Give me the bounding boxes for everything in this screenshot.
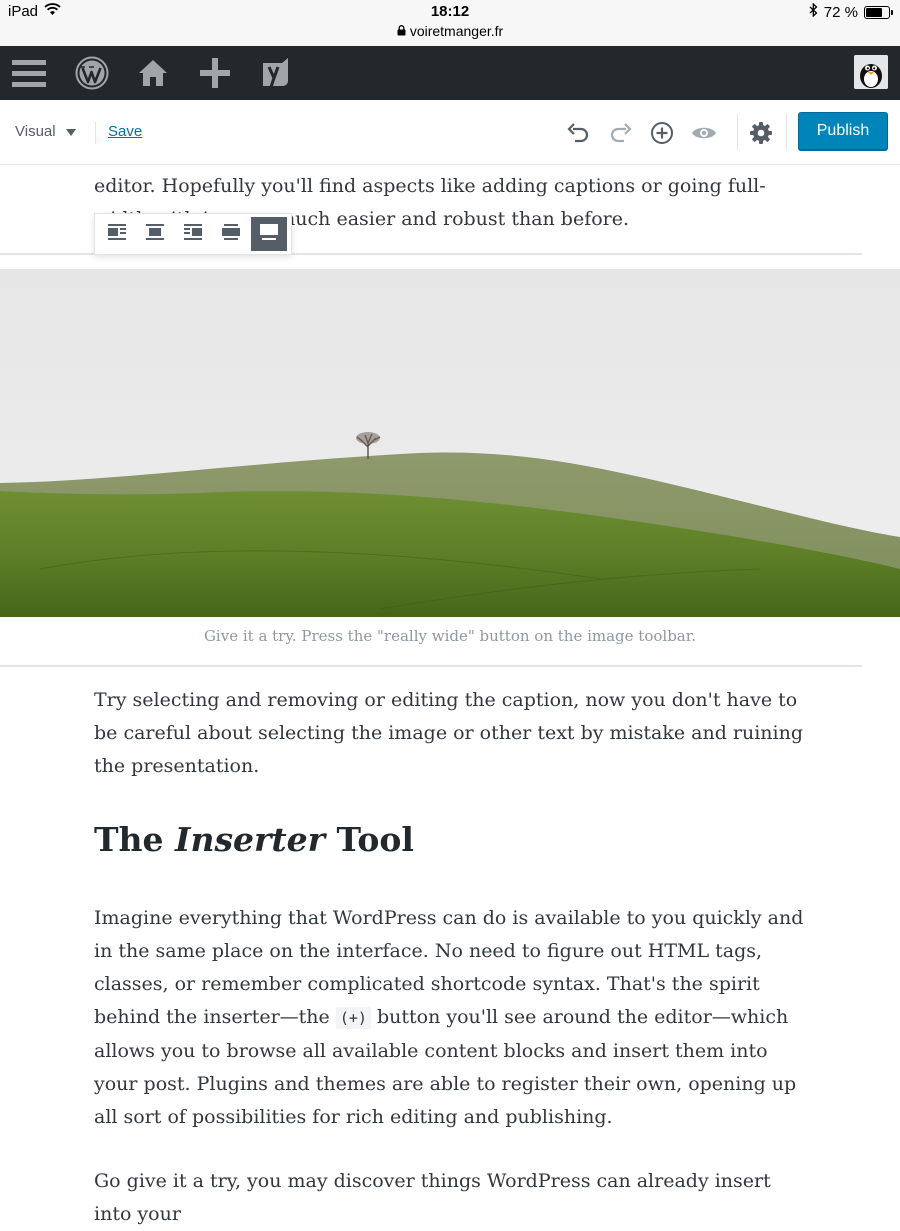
settings-gear-icon[interactable]: [746, 118, 776, 148]
menu-icon[interactable]: [0, 46, 58, 100]
editor-header-toolbar: Visual Save: [0, 100, 900, 165]
align-wide-button[interactable]: [213, 217, 249, 251]
insert-icon[interactable]: [647, 118, 677, 148]
mode-label: Visual: [15, 123, 56, 140]
align-center-button[interactable]: [137, 217, 173, 251]
align-wide-icon: [222, 224, 240, 244]
bluetooth-icon: [809, 2, 818, 21]
publish-button[interactable]: Publish: [798, 112, 888, 150]
landscape-image[interactable]: [0, 269, 900, 617]
paragraph-try-it[interactable]: Go give it a try, you may discover thing…: [94, 1165, 814, 1231]
battery-icon: [864, 5, 893, 19]
ios-status-bar: iPad 18:12 voiretmanger.fr 72 %: [0, 0, 900, 46]
inline-code: (+): [335, 1007, 371, 1029]
align-right-button[interactable]: [175, 217, 211, 251]
admin-bar: [0, 46, 900, 100]
align-full-icon: [260, 224, 278, 244]
plus-icon[interactable]: [186, 46, 244, 100]
battery-percent: 72 %: [823, 3, 858, 21]
lock-icon: [397, 23, 406, 39]
block-divider-bottom: [0, 665, 862, 667]
chevron-down-icon: [65, 123, 76, 140]
image-caption[interactable]: Give it a try. Press the "really wide" b…: [0, 627, 900, 645]
align-left-icon: [108, 224, 126, 244]
paragraph-inserter[interactable]: Imagine everything that WordPress can do…: [94, 902, 814, 1134]
section-heading[interactable]: The Inserter Tool: [94, 820, 414, 859]
mode-switcher[interactable]: Visual: [15, 123, 76, 140]
clock: 18:12: [430, 3, 470, 20]
preview-eye-icon[interactable]: [689, 118, 719, 148]
align-full-button[interactable]: [251, 217, 287, 251]
heading-text-post: Tool: [325, 820, 414, 859]
url-text: voiretmanger.fr: [409, 23, 504, 39]
image-block-toolbar: [94, 213, 292, 255]
undo-icon[interactable]: [563, 118, 593, 148]
align-right-icon: [184, 224, 202, 244]
wordpress-logo-icon[interactable]: [63, 46, 121, 100]
yoast-icon[interactable]: [246, 46, 304, 100]
align-center-icon: [146, 224, 164, 244]
status-right: 72 %: [809, 2, 893, 21]
address-bar[interactable]: voiretmanger.fr: [0, 23, 900, 39]
heading-text-pre: The: [94, 820, 176, 859]
toolbar-divider: [95, 122, 96, 144]
paragraph-caption-tip[interactable]: Try selecting and removing or editing th…: [94, 684, 814, 783]
redo-icon[interactable]: [606, 118, 636, 148]
avatar[interactable]: [854, 55, 888, 89]
toolbar-divider: [737, 114, 738, 150]
toolbar-divider: [786, 114, 787, 150]
save-button[interactable]: Save: [108, 123, 142, 140]
heading-text-emphasis: Inserter: [175, 820, 326, 859]
home-icon[interactable]: [124, 46, 182, 100]
align-left-button[interactable]: [99, 217, 135, 251]
